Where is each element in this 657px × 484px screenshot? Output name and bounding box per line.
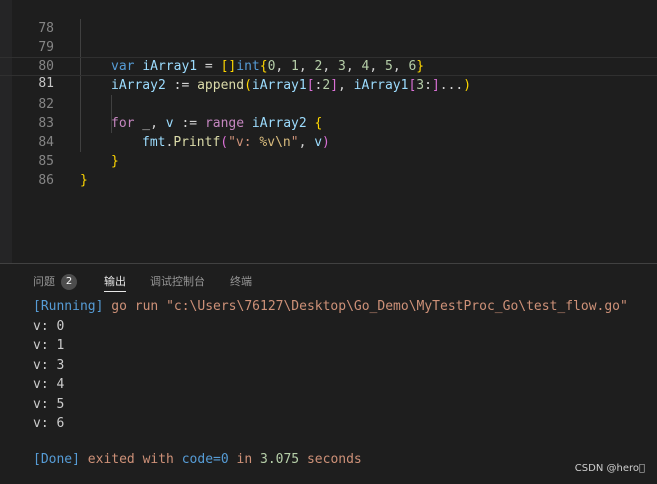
tab-problems[interactable]: 问题 2 xyxy=(33,274,77,294)
code-line[interactable]: 79 var iArray1 = []int{0, 1, 2, 3, 4, 5,… xyxy=(0,19,657,74)
code-line[interactable]: 83 fmt.Printf("v: %v\n", v) xyxy=(0,95,657,150)
bottom-panel: 问题 2 输出 调试控制台 终端 [Running] go run "c:\Use… xyxy=(0,263,657,484)
output-line: v: 3 xyxy=(33,357,65,373)
panel-tabs: 问题 2 输出 调试控制台 终端 xyxy=(0,264,657,300)
code-line[interactable]: 86 xyxy=(0,152,657,188)
code-editor[interactable]: 78 79 var iArray1 = []int{0, 1, 2, 3, 4,… xyxy=(0,0,657,263)
tab-debug-console[interactable]: 调试控制台 xyxy=(150,274,205,294)
tab-label: 输出 xyxy=(104,275,126,288)
output-line: v: 1 xyxy=(33,338,65,353)
tab-label: 终端 xyxy=(230,275,252,288)
tab-terminal[interactable]: 终端 xyxy=(230,274,252,294)
output-done-line: [Done] exited with code=0 in 3.075 secon… xyxy=(33,452,362,467)
output-line: v: 0 xyxy=(33,318,65,334)
tab-output[interactable]: 输出 xyxy=(104,274,126,292)
code-line[interactable]: 84 } xyxy=(0,114,657,169)
code-line[interactable]: 82 for _, v := range iArray2 { xyxy=(0,76,657,131)
output-line: v: 4 xyxy=(33,377,65,392)
code-line[interactable]: 80 iArray2 := append(iArray1[:2], iArray… xyxy=(0,38,657,93)
line-number: 86 xyxy=(38,173,54,188)
tab-label: 问题 xyxy=(33,275,55,288)
tab-label: 调试控制台 xyxy=(150,275,205,288)
code-line[interactable]: 85 } xyxy=(0,133,657,188)
csdn-watermark: CSDN @hero  xyxy=(574,463,645,474)
code-text: } xyxy=(80,173,88,188)
output-running-line: [Running] go run "c:\Users\76127\Desktop… xyxy=(33,299,628,314)
code-line[interactable]: 78 xyxy=(0,0,657,36)
output-line: v: 6 xyxy=(33,416,65,431)
problems-count-badge: 2 xyxy=(61,274,77,290)
output-line: v: 5 xyxy=(33,396,65,412)
code-line-current[interactable]: 81 xyxy=(0,57,657,91)
